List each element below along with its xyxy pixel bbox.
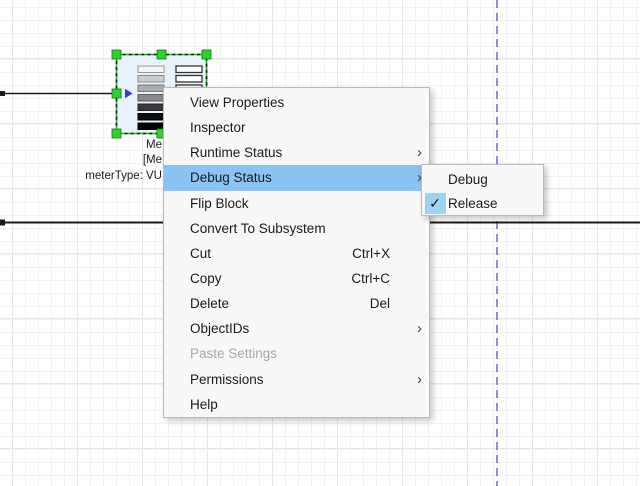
submenu-chevron-icon: › bbox=[404, 144, 429, 161]
block-label-line: [Me bbox=[40, 153, 162, 168]
submenu-chevron-icon: › bbox=[404, 371, 429, 388]
menu-item-help[interactable]: Help bbox=[164, 392, 429, 417]
menu-item-convert-to-subsystem[interactable]: Convert To Subsystem bbox=[164, 216, 429, 241]
diagram-canvas[interactable]: Me [Me meterType: VU View Properties Ins… bbox=[0, 0, 640, 486]
menu-item-view-properties[interactable]: View Properties bbox=[164, 90, 429, 115]
menu-item-delete[interactable]: Delete Del bbox=[164, 291, 429, 316]
block-label-line: meterType: VU bbox=[40, 169, 162, 184]
menu-item-copy[interactable]: Copy Ctrl+C bbox=[164, 266, 429, 291]
submenu-item-debug[interactable]: Debug bbox=[422, 167, 543, 191]
menu-shortcut: Ctrl+C bbox=[351, 271, 404, 286]
menu-shortcut: Del bbox=[370, 296, 404, 311]
debug-status-submenu: Debug ✓ Release bbox=[421, 164, 544, 216]
context-menu: View Properties Inspector Runtime Status… bbox=[163, 87, 430, 418]
submenu-chevron-icon: › bbox=[404, 320, 429, 337]
menu-item-paste-settings: Paste Settings bbox=[164, 341, 429, 366]
selection-handle[interactable] bbox=[112, 129, 121, 138]
block-label-line: Me bbox=[40, 138, 162, 153]
submenu-item-release[interactable]: ✓ Release bbox=[422, 191, 543, 215]
menu-item-inspector[interactable]: Inspector bbox=[164, 115, 429, 140]
checkmark-icon: ✓ bbox=[425, 193, 446, 214]
menu-item-objectids[interactable]: ObjectIDs › bbox=[164, 316, 429, 341]
selection-handle[interactable] bbox=[112, 50, 121, 59]
selection-handle[interactable] bbox=[112, 89, 121, 98]
selection-handle[interactable] bbox=[202, 50, 211, 59]
menu-shortcut: Ctrl+X bbox=[352, 246, 404, 261]
selection-handle[interactable] bbox=[157, 50, 166, 59]
menu-item-cut[interactable]: Cut Ctrl+X bbox=[164, 241, 429, 266]
signal-line-top-stub bbox=[0, 91, 5, 96]
menu-item-flip-block[interactable]: Flip Block bbox=[164, 191, 429, 216]
block-label[interactable]: Me [Me meterType: VU bbox=[40, 138, 162, 184]
check-placeholder bbox=[425, 169, 446, 190]
signal-line-bottom-stub bbox=[0, 220, 5, 226]
menu-item-debug-status[interactable]: Debug Status › bbox=[164, 165, 429, 190]
menu-item-runtime-status[interactable]: Runtime Status › bbox=[164, 140, 429, 165]
menu-item-permissions[interactable]: Permissions › bbox=[164, 367, 429, 392]
